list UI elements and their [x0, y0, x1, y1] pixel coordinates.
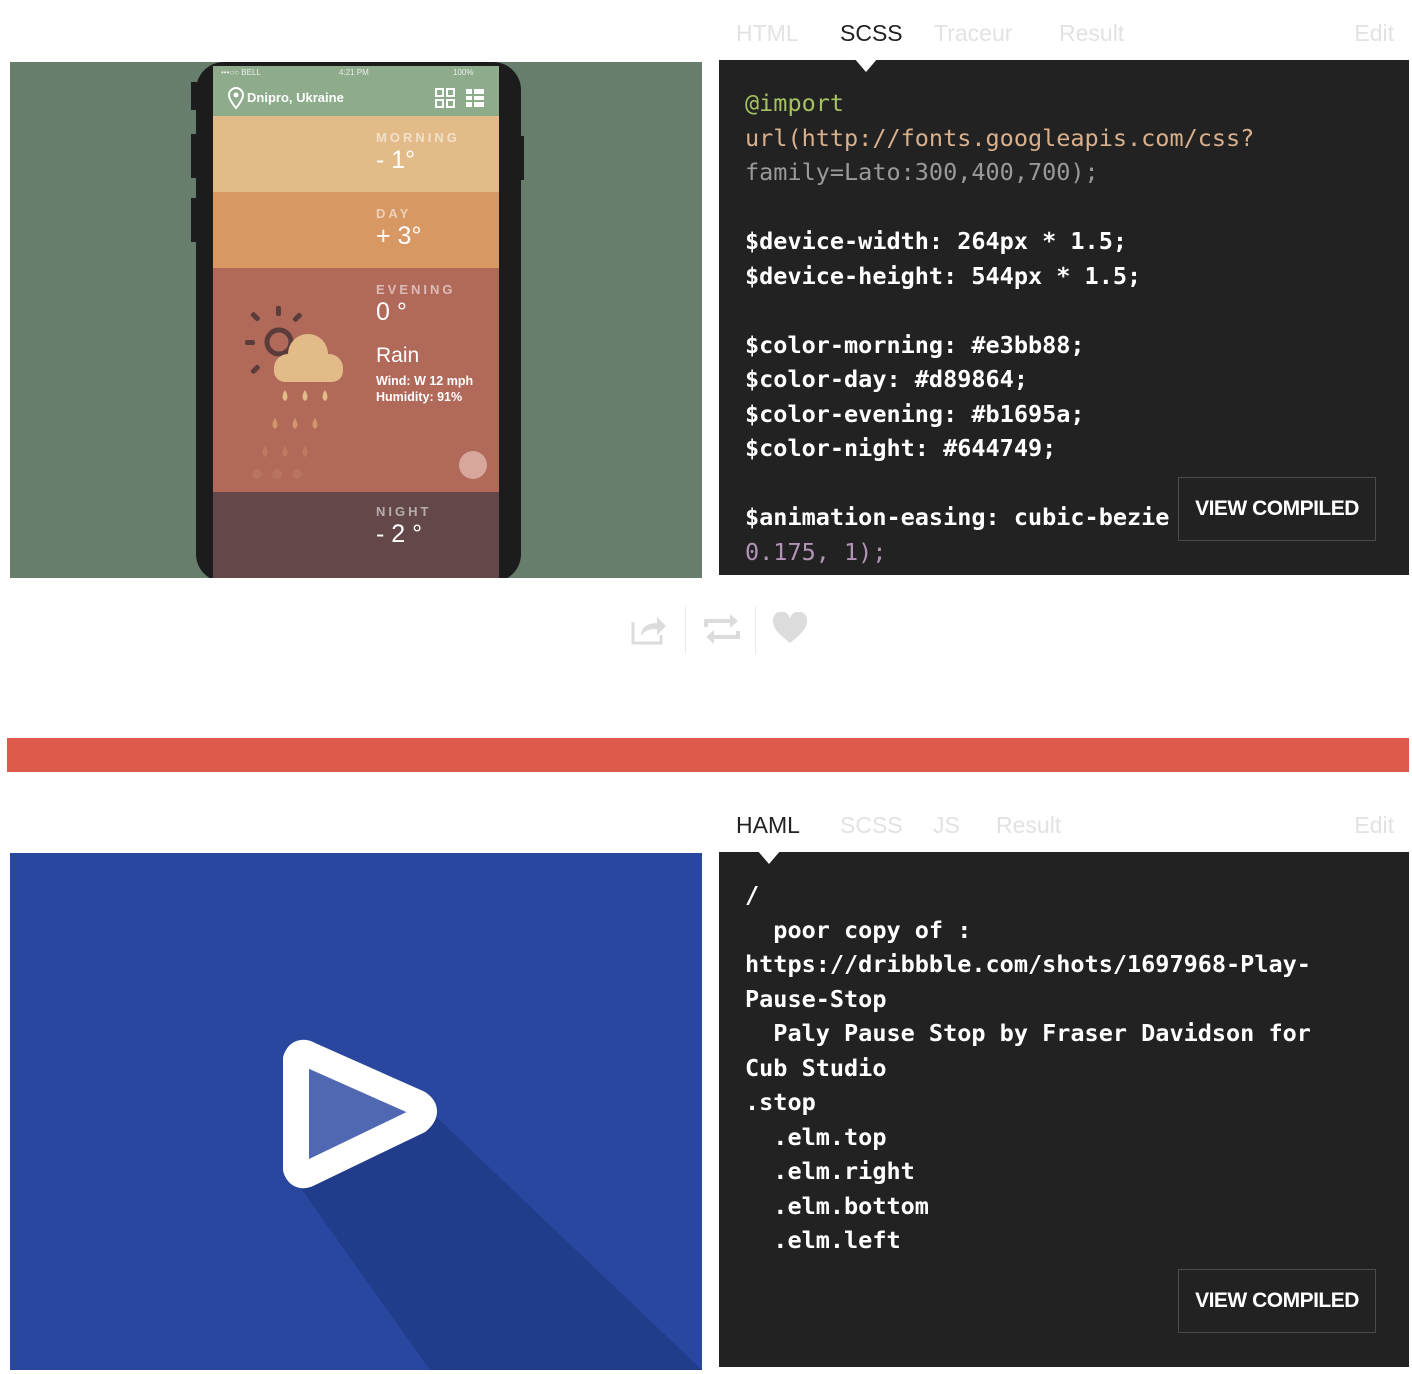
status-battery: 100% — [453, 68, 474, 77]
code-block: / poor copy of : https://dribbble.com/sh… — [745, 878, 1311, 1258]
divider — [755, 606, 756, 654]
pen2-preview[interactable] — [10, 853, 702, 1370]
phone-button — [191, 198, 197, 242]
code-line: .elm.bottom — [745, 1191, 929, 1220]
code-line: .elm.left — [745, 1226, 901, 1254]
pen2-tab-bar: HAML SCSS JS Result Edit — [719, 792, 1409, 852]
code-line: $color-evening: #b1695a; — [745, 399, 1085, 428]
band-label: DAY — [376, 206, 412, 221]
code-line: $animation-easing: cubic-bezie — [745, 503, 1170, 531]
wind-text: Wind: W 12 mph — [376, 374, 474, 388]
pen1-preview[interactable]: MORNING - 1° DAY + 3° EVENING 0 ° Rain W… — [10, 62, 702, 578]
band-label: EVENING — [376, 282, 456, 297]
edit-link[interactable]: Edit — [1354, 20, 1394, 47]
tab-js[interactable]: JS — [933, 812, 960, 839]
heart-icon — [772, 611, 808, 643]
code-line: @import — [745, 89, 845, 117]
pen1-code-panel[interactable]: @import url(http://fonts.googleapis.com/… — [719, 60, 1409, 575]
humidity-text: Humidity: 91% — [376, 390, 463, 404]
code-line: .elm.right — [745, 1157, 915, 1185]
view-compiled-button[interactable]: VIEW COMPILED — [1178, 1269, 1376, 1333]
like-button[interactable] — [772, 611, 808, 649]
edit-link[interactable]: Edit — [1354, 812, 1394, 839]
code-line: / — [745, 881, 760, 909]
play-button-illustration — [283, 1039, 702, 1370]
code-line: $color-day: #d89864; — [745, 365, 1028, 393]
code-line: family=Lato:300,400,700); — [745, 158, 1099, 186]
fork-button[interactable] — [702, 612, 742, 651]
tab-result[interactable]: Result — [1059, 20, 1124, 47]
code-line: $device-width: 264px * 1.5; — [745, 227, 1128, 255]
share-button[interactable] — [630, 612, 668, 651]
code-line: $device-height: 544px * 1.5; — [745, 261, 1142, 290]
status-time: 4:21 PM — [339, 68, 369, 77]
tab-result[interactable]: Result — [996, 812, 1061, 839]
scroll-dot[interactable] — [459, 451, 487, 479]
code-line: 0.175, 1); — [745, 537, 887, 566]
tab-haml[interactable]: HAML — [736, 812, 800, 839]
status-carrier: •••○○ BELL — [221, 68, 261, 77]
pen2-code-panel[interactable]: / poor copy of : https://dribbble.com/sh… — [719, 852, 1409, 1367]
active-tab-caret — [757, 850, 781, 864]
code-line: .elm.top — [745, 1122, 887, 1151]
band-label: NIGHT — [376, 504, 432, 519]
tab-scss[interactable]: SCSS — [840, 20, 903, 47]
condition-text: Rain — [376, 344, 420, 367]
phone-button — [191, 134, 197, 178]
tab-traceur[interactable]: Traceur — [934, 20, 1012, 47]
active-tab-caret — [854, 58, 878, 72]
band-temp: 0 ° — [376, 298, 407, 326]
code-line: Pause-Stop — [745, 984, 887, 1013]
code-line: $color-night: #644749; — [745, 434, 1057, 462]
tab-scss[interactable]: SCSS — [840, 812, 903, 839]
list-view-icon[interactable] — [465, 88, 485, 108]
location-pin-icon — [227, 86, 245, 110]
phone-screen: MORNING - 1° DAY + 3° EVENING 0 ° Rain W… — [213, 66, 499, 578]
band-label: MORNING — [376, 130, 460, 145]
band-morning: MORNING - 1° — [213, 116, 499, 192]
grid-view-icon[interactable] — [435, 88, 455, 108]
code-line: poor copy of : — [745, 915, 972, 944]
pen1-tab-bar: HTML SCSS Traceur Result Edit — [719, 0, 1409, 60]
location-label: Dnipro, Ukraine — [247, 90, 344, 105]
app-header: •••○○ BELL 4:21 PM 100% Dnipro, Ukraine — [213, 66, 499, 116]
view-compiled-button[interactable]: VIEW COMPILED — [1178, 477, 1376, 541]
band-evening: EVENING 0 ° Rain Wind: W 12 mph Humidity… — [213, 268, 499, 492]
rain-cloud-icon — [245, 306, 343, 479]
band-night: NIGHT - 2 ° — [213, 492, 499, 578]
tab-html[interactable]: HTML — [736, 20, 799, 47]
band-temp: - 1° — [376, 146, 416, 174]
divider — [685, 606, 686, 654]
code-line: url(http://fonts.googleapis.com/css? — [745, 123, 1255, 152]
code-line: https://dribbble.com/shots/1697968-Play- — [745, 950, 1311, 978]
share-icon — [631, 617, 666, 645]
code-line: $color-morning: #e3bb88; — [745, 330, 1085, 359]
phone-button — [191, 82, 197, 110]
code-line: Cub Studio — [745, 1053, 887, 1082]
phone-button — [518, 136, 524, 180]
section-divider-bar — [7, 738, 1409, 772]
code-line: .stop — [745, 1088, 816, 1116]
band-temp: + 3° — [376, 222, 422, 250]
band-day: DAY + 3° — [213, 192, 499, 268]
fork-icon — [704, 614, 740, 644]
band-temp: - 2 ° — [376, 520, 423, 548]
code-line: Paly Pause Stop by Fraser Davidson for — [745, 1019, 1311, 1047]
